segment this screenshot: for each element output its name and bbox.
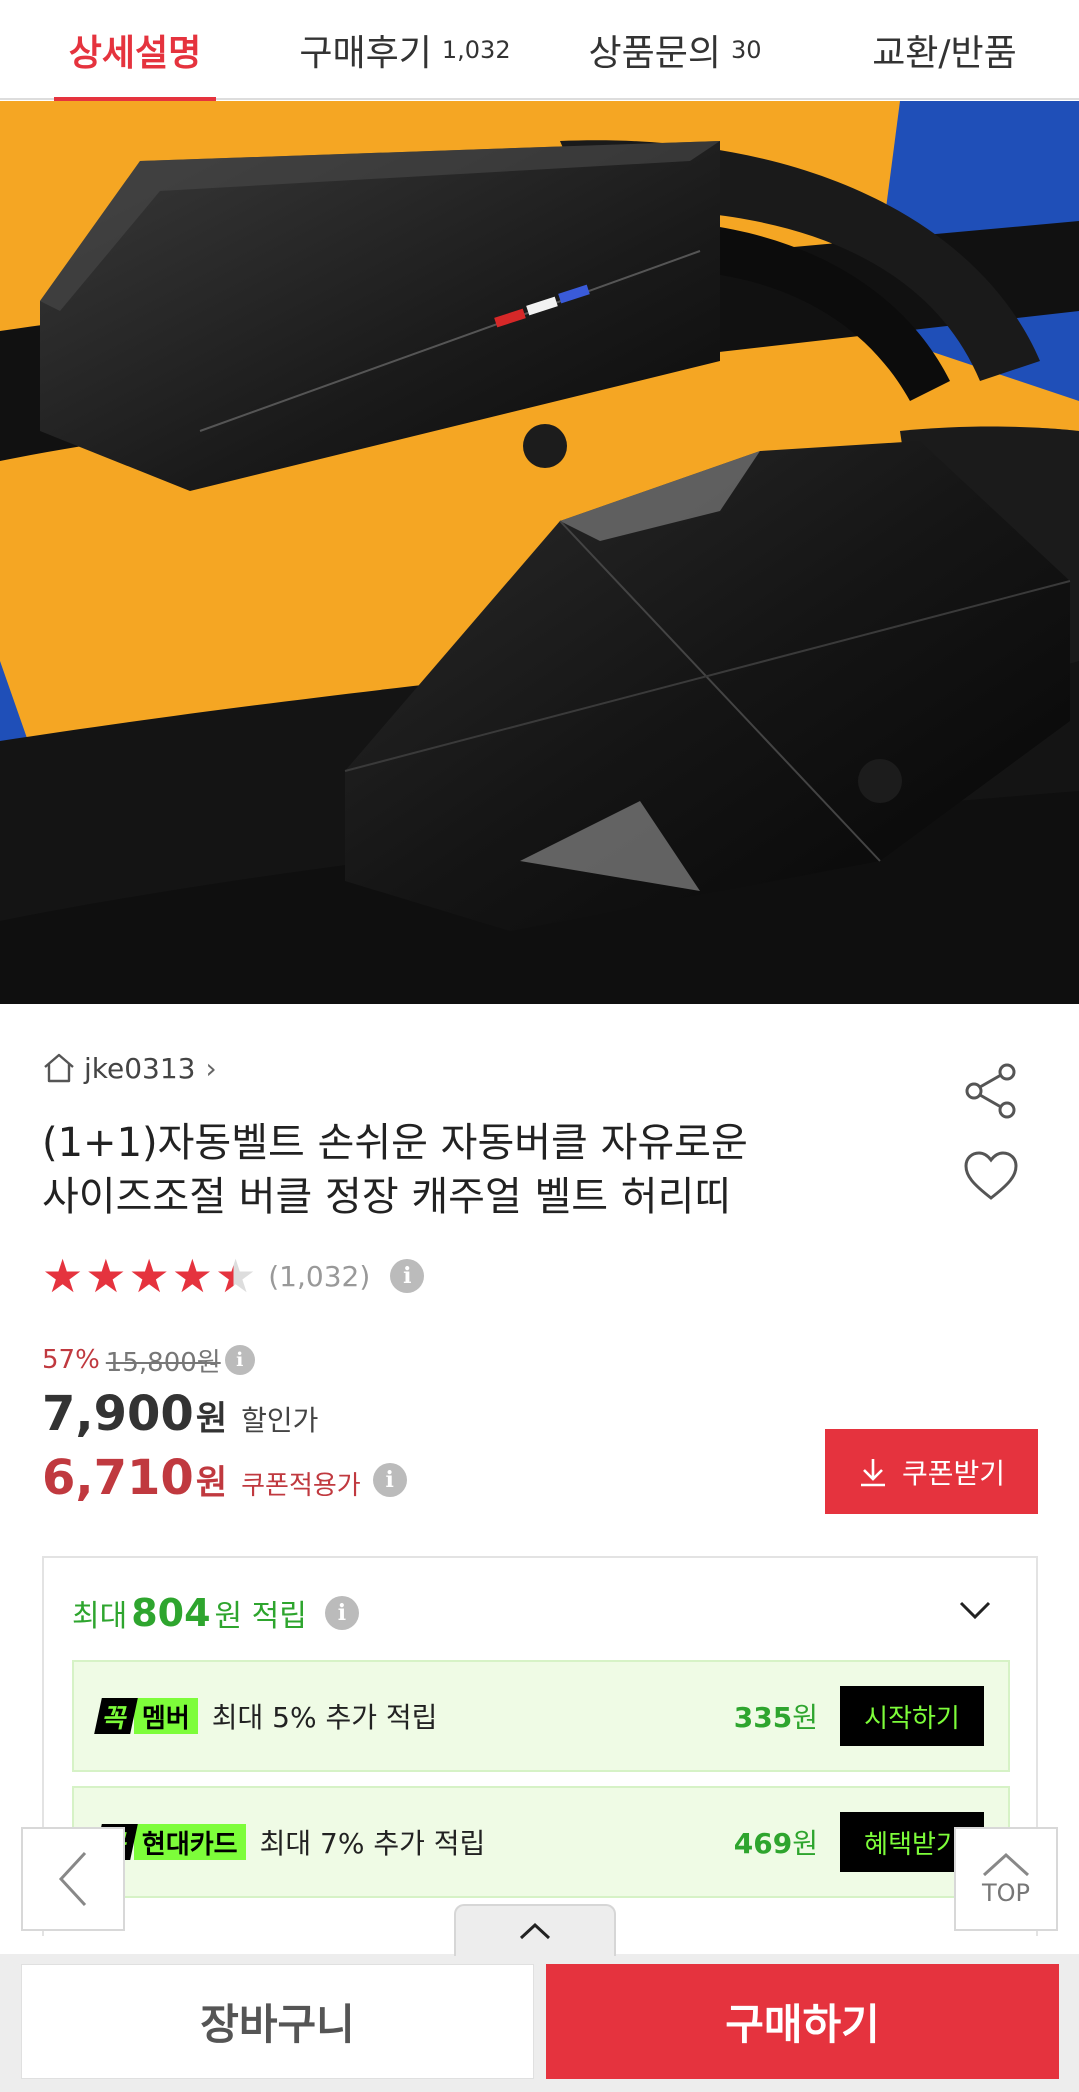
tab-count: 30 (730, 36, 762, 64)
review-count: (1,032) (268, 1259, 371, 1293)
coupon-download-button[interactable]: 쿠폰받기 (825, 1429, 1038, 1514)
points-row-amount: 335원 (734, 1696, 818, 1736)
info-icon[interactable]: i (390, 1259, 425, 1293)
share-icon (965, 1063, 1016, 1119)
heart-icon (964, 1151, 1018, 1200)
tab-exchange-return[interactable]: 교환/반품 (810, 0, 1079, 100)
tab-description[interactable]: 상세설명 (0, 0, 270, 102)
product-image[interactable] (0, 101, 1079, 1004)
product-photo (0, 101, 1079, 1004)
buy-now-button[interactable]: 구매하기 (546, 1964, 1059, 2079)
tab-inquiries[interactable]: 상품문의 30 (540, 0, 810, 100)
points-row-member: 꼭 멤버 최대 5% 추가 적립 335원 시작하기 (72, 1660, 1010, 1772)
points-row-amount: 469원 (734, 1822, 818, 1862)
currency-unit: 원 (195, 1399, 228, 1439)
tab-label: 상품문의 (588, 33, 721, 74)
product-title-line: 사이즈조절 버클 정장 캐주얼 벨트 허리띠 (42, 1174, 732, 1220)
rating-summary[interactable]: ★ ★ ★ ★ ★ (1,032) i (42, 1249, 425, 1303)
chevron-down-icon[interactable] (958, 1600, 992, 1620)
amount-unit: 원 (792, 1827, 818, 1860)
badge-name: 현대카드 (133, 1824, 246, 1860)
sale-price-value: 7,900 (42, 1386, 194, 1442)
chevron-up-icon (982, 1852, 1030, 1877)
wishlist-button[interactable] (963, 1150, 1019, 1206)
product-title: (1+1)자동벨트 손쉬운 자동버클 자유로운 사이즈조절 버클 정장 캐주얼 … (42, 1116, 822, 1224)
home-icon (44, 1053, 74, 1083)
tab-label: 상세설명 (68, 33, 202, 74)
coupon-price-label: 쿠폰적용가 (241, 1471, 361, 1501)
download-icon (860, 1458, 885, 1486)
points-row-desc: 최대 7% 추가 적립 (259, 1827, 486, 1860)
sale-price-label: 할인가 (241, 1404, 319, 1437)
badge-mark: 꼭 (94, 1698, 138, 1734)
product-detail-page: 상세설명 구매후기 1,032 상품문의 30 교환/반품 jke0313 › … (0, 0, 1079, 2092)
discount-line: 57% 15,800원 i (42, 1342, 255, 1378)
share-button[interactable] (962, 1062, 1020, 1124)
info-icon[interactable]: i (224, 1345, 255, 1375)
amount-unit: 원 (792, 1701, 818, 1734)
points-prefix: 최대 (72, 1599, 128, 1634)
chevron-right-icon: › (205, 1051, 217, 1085)
tab-label: 교환/반품 (872, 33, 1017, 74)
points-amount: 804 (131, 1591, 211, 1635)
scroll-top-button[interactable]: TOP (954, 1827, 1058, 1931)
member-badge: 꼭 멤버 (94, 1698, 198, 1734)
points-header[interactable]: 최대 804 원 적립 i (72, 1588, 359, 1638)
sale-price: 7,900 원 할인가 (42, 1386, 318, 1446)
chevron-left-icon (58, 1851, 87, 1907)
coupon-price: 6,710 원 쿠폰적용가 i (42, 1450, 407, 1510)
star-icon: ★ (42, 1249, 84, 1303)
star-icon: ★ (171, 1249, 213, 1303)
points-panel: 최대 804 원 적립 i 꼭 멤버 최대 5% 추가 적립 335원 시작하기… (42, 1556, 1038, 1936)
star-icon: ★ (128, 1249, 170, 1303)
product-title-line: (1+1)자동벨트 손쉬운 자동버클 자유로운 (42, 1120, 748, 1166)
tab-reviews[interactable]: 구매후기 1,032 (270, 0, 540, 100)
amount-value: 335 (733, 1701, 793, 1734)
amount-value: 469 (733, 1827, 793, 1860)
coupon-button-label: 쿠폰받기 (901, 1456, 1006, 1490)
points-suffix: 원 적립 (214, 1599, 307, 1634)
chevron-up-icon (519, 1922, 551, 1940)
add-to-cart-button[interactable]: 장바구니 (21, 1964, 534, 2079)
seller-name: jke0313 (84, 1051, 196, 1085)
info-icon[interactable]: i (324, 1596, 359, 1630)
half-star-icon: ★ (215, 1249, 257, 1303)
badge-name: 멤버 (133, 1698, 198, 1734)
info-icon[interactable]: i (372, 1463, 407, 1497)
tab-label: 구매후기 (299, 33, 432, 74)
bottom-bar-handle[interactable] (454, 1904, 616, 1956)
points-row-card: 꼭 현대카드 최대 7% 추가 적립 469원 혜택받기 (72, 1786, 1010, 1898)
currency-unit: 원 (195, 1463, 228, 1503)
start-button[interactable]: 시작하기 (840, 1686, 984, 1746)
tab-count: 1,032 (441, 36, 511, 64)
points-row-desc: 최대 5% 추가 적립 (211, 1701, 438, 1734)
top-label: TOP (981, 1879, 1031, 1907)
star-icon: ★ (85, 1249, 127, 1303)
back-button[interactable] (21, 1827, 125, 1931)
detail-tabs: 상세설명 구매후기 1,032 상품문의 30 교환/반품 (0, 0, 1079, 102)
original-price: 15,800원 (105, 1347, 221, 1378)
discount-percent: 57% (42, 1345, 100, 1375)
coupon-price-value: 6,710 (42, 1450, 194, 1506)
seller-link[interactable]: jke0313 › (42, 1048, 217, 1088)
